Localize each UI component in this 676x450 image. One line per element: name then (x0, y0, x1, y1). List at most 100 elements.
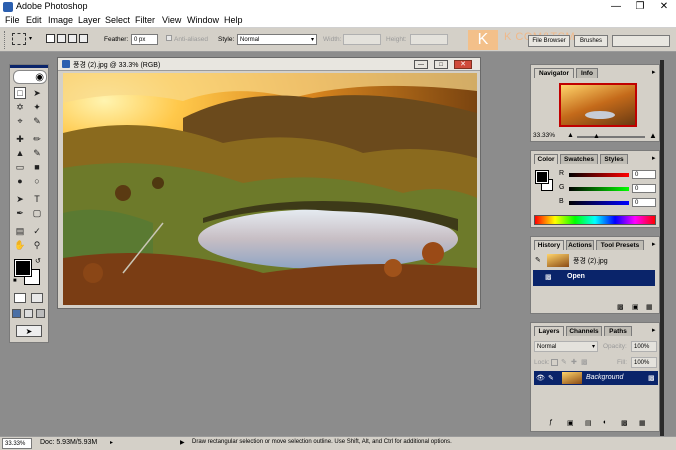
green-slider[interactable] (569, 187, 629, 191)
dodge-tool-icon[interactable]: ○ (31, 175, 43, 187)
new-group-icon[interactable]: ▤ (585, 419, 592, 427)
lock-transparency-icon[interactable] (551, 359, 558, 366)
path-selection-tool-icon[interactable]: ➤ (14, 193, 26, 205)
menu-layer[interactable]: Layer (78, 15, 101, 25)
color-ramp[interactable] (534, 215, 656, 225)
fill-input[interactable]: 100% (631, 357, 657, 368)
close-icon[interactable]: ✕ (652, 0, 676, 14)
zoom-in-icon[interactable]: ▲ (649, 131, 657, 140)
zoom-slider[interactable] (577, 136, 645, 138)
tab-paths[interactable]: Paths (604, 326, 632, 336)
navigator-thumbnail[interactable] (559, 83, 637, 127)
subtract-selection-icon[interactable] (68, 34, 77, 43)
move-tool-icon[interactable]: ➤ (31, 87, 43, 99)
hand-tool-icon[interactable]: ✋ (14, 239, 26, 251)
notes-tool-icon[interactable]: ▤ (14, 225, 26, 237)
tab-actions[interactable]: Actions (566, 240, 594, 250)
full-screen-menu-mode-icon[interactable] (24, 309, 33, 318)
blue-slider[interactable] (569, 201, 629, 205)
menu-filter[interactable]: Filter (135, 15, 155, 25)
standard-mode-icon[interactable] (14, 293, 26, 303)
menu-file[interactable]: File (5, 15, 20, 25)
standard-screen-mode-icon[interactable] (12, 309, 21, 318)
red-value[interactable]: 0 (632, 170, 656, 179)
layer-mask-icon[interactable]: ▣ (567, 419, 574, 427)
lock-all-icon[interactable]: ▩ (581, 358, 588, 366)
history-brush-tool-icon[interactable]: ✎ (31, 147, 43, 159)
blend-mode-select[interactable]: Normal ▾ (534, 341, 598, 352)
layer-style-icon[interactable]: ƒ (549, 419, 553, 426)
create-snapshot-icon[interactable]: ▣ (632, 303, 639, 311)
zoom-tool-icon[interactable]: ⚲ (31, 239, 43, 251)
new-selection-icon[interactable] (46, 34, 55, 43)
tab-history[interactable]: History (534, 240, 564, 250)
add-selection-icon[interactable] (57, 34, 66, 43)
doc-close-icon[interactable]: ✕ (454, 60, 472, 69)
tab-styles[interactable]: Styles (600, 154, 628, 164)
layer-row-background[interactable]: 👁 ✎ Background ▩ (534, 371, 658, 385)
height-input[interactable] (410, 34, 448, 45)
pen-tool-icon[interactable]: ✒ (14, 207, 26, 219)
color-fg-swatch[interactable] (535, 170, 549, 184)
panel-menu-icon[interactable]: ▸ (652, 154, 656, 162)
menu-select[interactable]: Select (105, 15, 130, 25)
doc-minimize-icon[interactable]: — (414, 60, 428, 69)
intersect-selection-icon[interactable] (79, 34, 88, 43)
blur-tool-icon[interactable]: ● (14, 175, 26, 187)
menu-help[interactable]: Help (224, 15, 243, 25)
lock-image-icon[interactable]: ✎ (561, 358, 567, 366)
tab-layers[interactable]: Layers (534, 326, 564, 336)
preset-arrow-icon[interactable]: ▾ (29, 35, 32, 42)
type-tool-icon[interactable]: T (31, 193, 43, 205)
file-browser-button[interactable]: File Browser (528, 35, 570, 47)
tab-tool-presets[interactable]: Tool Presets (596, 240, 644, 250)
red-slider[interactable] (569, 173, 629, 177)
history-step-row[interactable]: ▩ Open (533, 270, 655, 286)
adobe-online-icon[interactable]: ◉ (13, 70, 47, 84)
navigator-zoom[interactable]: 33.33% (533, 132, 555, 139)
foreground-color-swatch[interactable] (14, 259, 32, 277)
new-document-from-state-icon[interactable]: ▩ (617, 303, 624, 311)
jump-to-imageready-icon[interactable]: ➤ (16, 325, 42, 337)
history-snapshot-row[interactable]: ✎ 풍경 (2).jpg (533, 253, 655, 269)
brushes-button[interactable]: Brushes (574, 35, 608, 47)
menu-edit[interactable]: Edit (26, 15, 42, 25)
rectangular-marquee-tool-icon[interactable]: □ (14, 87, 26, 99)
blue-value[interactable]: 0 (632, 198, 656, 207)
adjustment-layer-icon[interactable]: ◐ (603, 419, 607, 426)
feather-input[interactable]: 0 px (131, 34, 158, 45)
document-titlebar[interactable]: 풍경 (2).jpg @ 33.3% (RGB) — □ ✕ (58, 58, 480, 71)
trash-icon[interactable]: ▦ (646, 303, 653, 311)
eye-icon[interactable]: 👁 (536, 374, 545, 382)
delete-layer-icon[interactable]: ▦ (639, 419, 646, 427)
healing-brush-tool-icon[interactable]: ✚ (14, 133, 26, 145)
doc-maximize-icon[interactable]: □ (434, 60, 448, 69)
status-menu-icon[interactable]: ▸ (110, 439, 113, 446)
gradient-tool-icon[interactable]: ■ (31, 161, 43, 173)
full-screen-mode-icon[interactable] (36, 309, 45, 318)
lasso-tool-icon[interactable]: ✡ (14, 101, 26, 113)
magic-wand-tool-icon[interactable]: ✦ (31, 101, 43, 113)
brush-link-icon[interactable]: ✎ (548, 374, 554, 382)
green-value[interactable]: 0 (632, 184, 656, 193)
zoom-out-icon[interactable]: ▲ (567, 132, 574, 139)
style-select[interactable]: Normal ▾ (237, 34, 317, 45)
new-layer-icon[interactable]: ▩ (621, 419, 628, 427)
eraser-tool-icon[interactable]: ▭ (14, 161, 26, 173)
clone-stamp-tool-icon[interactable]: ▲ (14, 147, 26, 159)
history-brush-source-icon[interactable]: ✎ (535, 256, 541, 264)
marquee-preset-icon[interactable] (12, 33, 26, 45)
menu-window[interactable]: Window (187, 15, 219, 25)
lock-position-icon[interactable]: ✚ (571, 358, 577, 366)
crop-tool-icon[interactable]: ⌖ (14, 115, 26, 127)
landscape-photo[interactable] (63, 73, 477, 305)
panel-menu-icon[interactable]: ▸ (652, 240, 656, 248)
menu-view[interactable]: View (162, 15, 181, 25)
panel-menu-icon[interactable]: ▸ (652, 326, 656, 334)
width-input[interactable] (343, 34, 381, 45)
tab-swatches[interactable]: Swatches (560, 154, 598, 164)
shape-tool-icon[interactable]: ▢ (31, 207, 43, 219)
quick-mask-mode-icon[interactable] (31, 293, 43, 303)
panel-menu-icon[interactable]: ▸ (652, 68, 656, 76)
antialiased-checkbox[interactable] (166, 35, 172, 41)
